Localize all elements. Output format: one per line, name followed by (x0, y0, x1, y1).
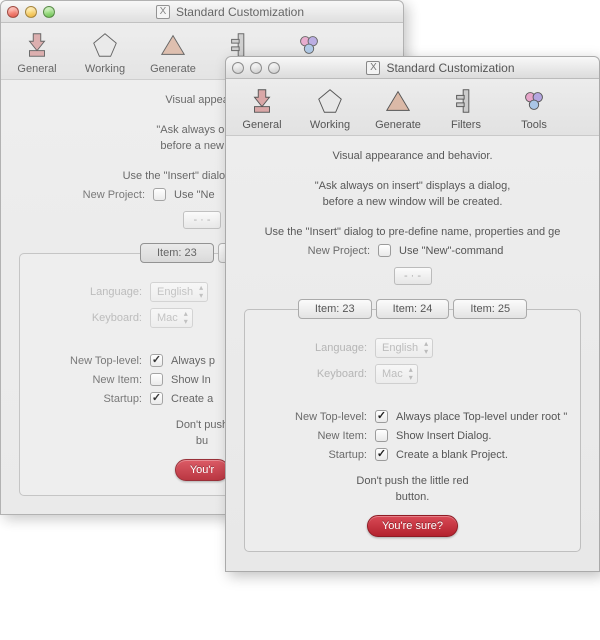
toolbar-item-general[interactable]: General (11, 29, 63, 75)
intro-line: Use the "Insert" dialog to pre-define na… (234, 226, 591, 238)
startup-checkbox[interactable] (150, 392, 163, 405)
keyboard-value: Mac (157, 312, 178, 324)
new-item-checkbox[interactable] (150, 373, 163, 386)
zoom-icon[interactable] (268, 62, 280, 74)
zoom-icon[interactable] (43, 6, 55, 18)
chevron-updown-icon: ▴▾ (199, 284, 203, 300)
language-select[interactable]: English ▴▾ (375, 338, 433, 358)
intro-line: before a new window will be created. (234, 196, 591, 208)
titlebar[interactable]: X Standard Customization (1, 1, 403, 23)
keyboard-value: Mac (382, 368, 403, 380)
new-project-label: New Project: (258, 245, 370, 257)
toolbar-item-tools[interactable]: Tools (508, 85, 560, 131)
intro-line: Visual appearance and behavior. (234, 150, 591, 162)
toolbar-item-generate[interactable]: Generate (372, 85, 424, 131)
new-project-option: Use "New"-command (399, 245, 503, 257)
toolbar-label: General (242, 119, 281, 131)
startup-checkbox[interactable] (375, 448, 388, 461)
tabs: Item: 23 Item: 24 Item: 25 Language: Eng… (244, 299, 581, 552)
toolbar-label: Generate (375, 119, 421, 131)
tab-item-23[interactable]: Item: 23 (298, 299, 372, 319)
toolbar-item-working[interactable]: Working (79, 29, 131, 75)
chevron-updown-icon: ▴▾ (184, 310, 188, 326)
content: Visual appearance and behavior. "Ask alw… (226, 136, 599, 568)
toolbar-item-filters[interactable]: Filters (440, 85, 492, 131)
stepper[interactable]: - · - (183, 211, 221, 229)
close-icon[interactable] (232, 62, 244, 74)
new-project-label: New Project: (33, 189, 145, 201)
filters-icon (450, 85, 482, 117)
new-item-option: Show In (171, 374, 211, 386)
new-toplevel-checkbox[interactable] (375, 410, 388, 423)
keyboard-select[interactable]: Mac ▴▾ (375, 364, 418, 384)
hint-line: button. (255, 491, 570, 503)
language-select[interactable]: English ▴▾ (150, 282, 208, 302)
traffic-lights (7, 6, 55, 18)
hint-line: Don't push the little red (255, 475, 570, 487)
chevron-updown-icon: ▴▾ (409, 366, 413, 382)
toolbar: General Working Generate Filters Tools (226, 79, 599, 136)
working-icon (89, 29, 121, 61)
stepper[interactable]: - · - (394, 267, 432, 285)
window-title: Standard Customization (176, 5, 304, 19)
toolbar-label: Working (85, 63, 125, 75)
window-front: X Standard Customization General Working… (225, 56, 600, 572)
general-icon (246, 85, 278, 117)
new-project-option: Use "Ne (174, 189, 215, 201)
startup-label: Startup: (30, 393, 142, 405)
new-item-label: New Item: (30, 374, 142, 386)
toolbar-label: General (17, 63, 56, 75)
danger-button[interactable]: You're sure? (367, 515, 458, 537)
titlebar[interactable]: X Standard Customization (226, 57, 599, 79)
new-toplevel-checkbox[interactable] (150, 354, 163, 367)
new-toplevel-label: New Top-level: (30, 355, 142, 367)
window-proxy-icon: X (366, 61, 380, 75)
toolbar-item-working[interactable]: Working (304, 85, 356, 131)
language-label: Language: (30, 286, 142, 298)
startup-option: Create a (171, 393, 213, 405)
minimize-icon[interactable] (25, 6, 37, 18)
new-item-label: New Item: (255, 430, 367, 442)
startup-option: Create a blank Project. (396, 449, 508, 461)
toolbar-item-general[interactable]: General (236, 85, 288, 131)
language-value: English (382, 342, 418, 354)
keyboard-label: Keyboard: (30, 312, 142, 324)
tab-item-25[interactable]: Item: 25 (453, 299, 527, 319)
danger-button[interactable]: You'r (175, 459, 229, 481)
toolbar-label: Working (310, 119, 350, 131)
chevron-updown-icon: ▴▾ (424, 340, 428, 356)
intro-line: "Ask always on insert" displays a dialog… (234, 180, 591, 192)
new-project-checkbox[interactable] (153, 188, 166, 201)
new-toplevel-option: Always place Top-level under root " (396, 411, 567, 423)
language-label: Language: (255, 342, 367, 354)
working-icon (314, 85, 346, 117)
toolbar-label: Tools (521, 119, 547, 131)
generate-icon (157, 29, 189, 61)
tab-panel: Language: English ▴▾ Keyboard: Mac ▴▾ Ne… (244, 309, 581, 552)
keyboard-select[interactable]: Mac ▴▾ (150, 308, 193, 328)
toolbar-label: Filters (451, 119, 481, 131)
window-title: Standard Customization (386, 61, 514, 75)
new-toplevel-label: New Top-level: (255, 411, 367, 423)
new-project-checkbox[interactable] (378, 244, 391, 257)
minimize-icon[interactable] (250, 62, 262, 74)
generate-icon (382, 85, 414, 117)
language-value: English (157, 286, 193, 298)
window-proxy-icon: X (156, 5, 170, 19)
toolbar-item-generate[interactable]: Generate (147, 29, 199, 75)
tab-item-24[interactable]: Item: 24 (376, 299, 450, 319)
tools-icon (518, 85, 550, 117)
traffic-lights (232, 62, 280, 74)
keyboard-label: Keyboard: (255, 368, 367, 380)
tab-item-23[interactable]: Item: 23 (140, 243, 214, 263)
startup-label: Startup: (255, 449, 367, 461)
new-item-option: Show Insert Dialog. (396, 430, 491, 442)
new-item-checkbox[interactable] (375, 429, 388, 442)
general-icon (21, 29, 53, 61)
close-icon[interactable] (7, 6, 19, 18)
new-toplevel-option: Always p (171, 355, 215, 367)
toolbar-label: Generate (150, 63, 196, 75)
